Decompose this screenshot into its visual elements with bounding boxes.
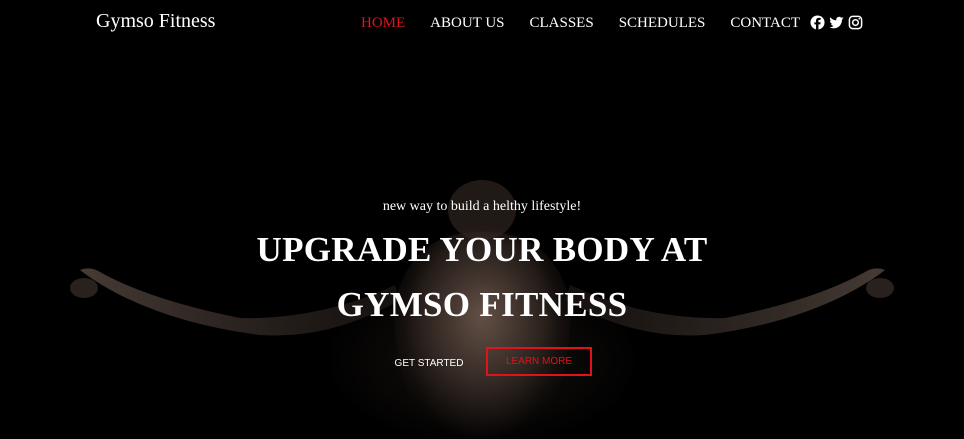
get-started-button[interactable]: GET STARTED (386, 349, 472, 377)
hero-tagline: new way to build a helthy lifestyle! (382, 199, 582, 214)
hero-headline: UPGRADE YOUR BODY AT GYMSO FITNESS (0, 222, 964, 332)
hero-section: Gymso Fitness HOME ABOUT US CLASSES SCHE… (0, 0, 964, 439)
hero-headline-line-2: GYMSO FITNESS (336, 285, 628, 324)
hero-content: new way to build a helthy lifestyle! UPG… (0, 0, 964, 439)
hero-headline-line-1: UPGRADE YOUR BODY AT (256, 230, 708, 269)
learn-more-button[interactable]: LEARN MORE (486, 347, 592, 376)
